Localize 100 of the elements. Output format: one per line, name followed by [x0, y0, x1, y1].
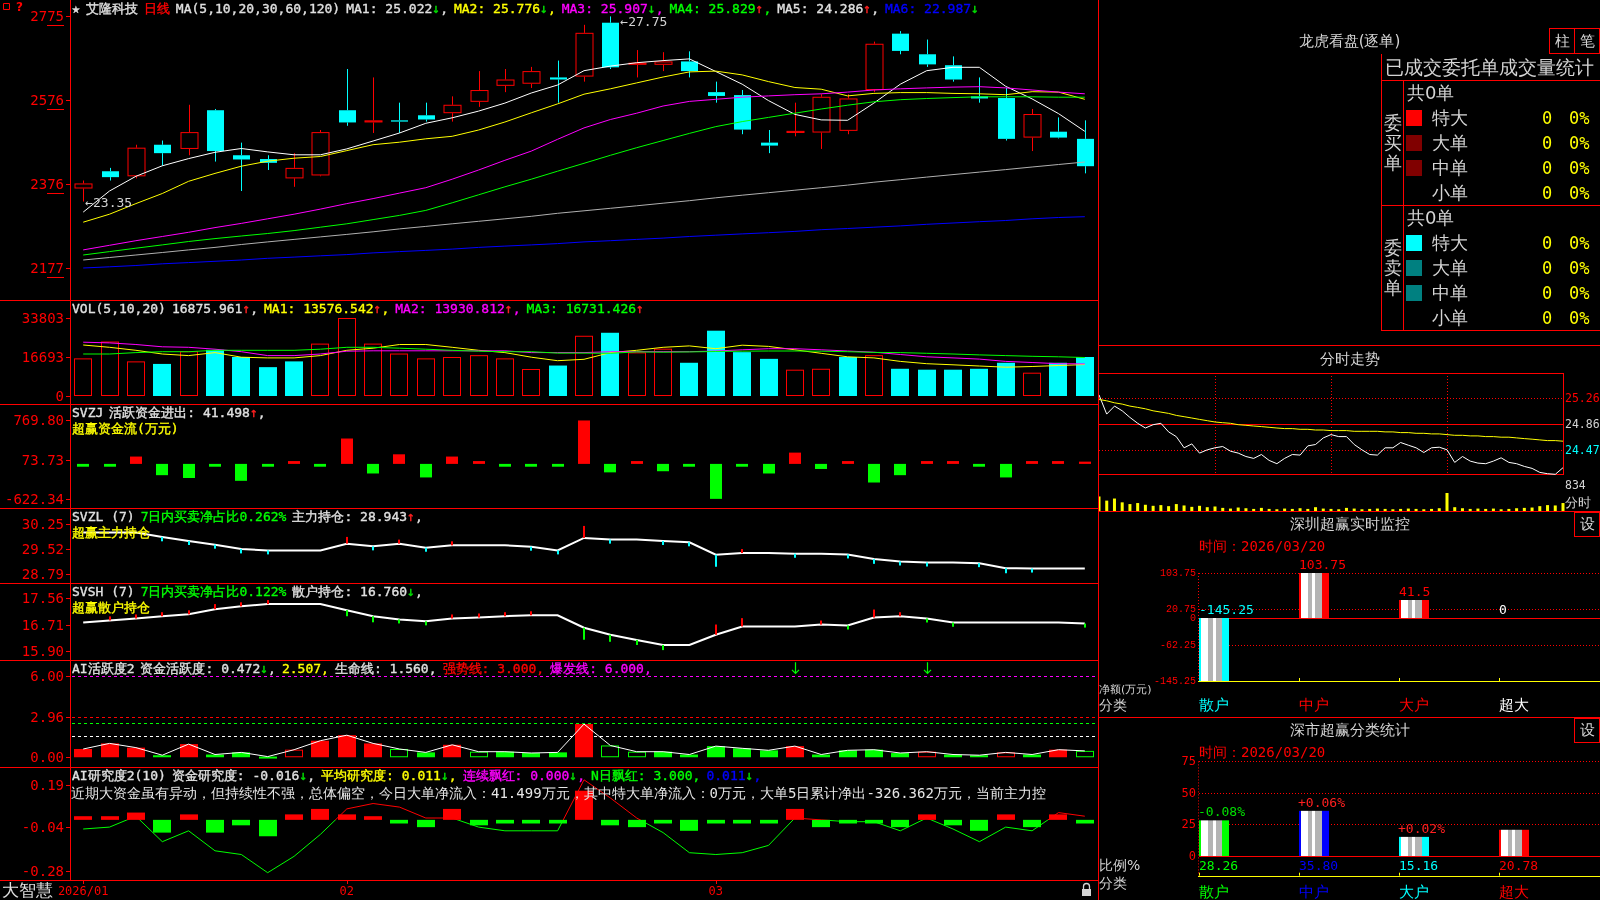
- y-axis-label: 0.00: [30, 749, 64, 766]
- decimal-underline: [46, 193, 65, 194]
- candlestick: [127, 144, 146, 179]
- category-label: 散户: [1199, 882, 1229, 900]
- category-label: 中户: [1299, 882, 1329, 900]
- axis-title: 分时: [1565, 494, 1591, 510]
- order-percent: 0%: [1568, 108, 1591, 129]
- legend-text: ★: [72, 1, 80, 17]
- y-axis-label: 2576: [30, 92, 64, 109]
- y-axis-label: 0: [1190, 612, 1196, 624]
- value-label: 35.80: [1299, 857, 1339, 873]
- legend-text: AI活跃度2: [72, 661, 135, 677]
- candlestick: [550, 60, 567, 104]
- legend-text: 2.507,: [281, 661, 329, 677]
- table-title: 已成交委托单成交量统计: [1382, 54, 1600, 81]
- legend-text: 爆发线: 6.000,: [550, 661, 652, 677]
- legend-text: 强势线: 3.000,: [442, 661, 545, 677]
- y-axis-label: 30.25: [21, 516, 64, 533]
- decimal-underline: [46, 25, 65, 26]
- order-count: 0: [1540, 258, 1554, 278]
- order-count: 0: [1540, 282, 1554, 303]
- y-axis-label: 0.19: [30, 777, 64, 794]
- candlestick: [602, 15, 619, 70]
- timestamp: 时间：2026/03/20: [1199, 744, 1326, 760]
- y-axis-label: 25.26: [1565, 390, 1600, 405]
- decimal-underline: [46, 109, 65, 110]
- square-icon[interactable]: [3, 3, 10, 10]
- candlestick: [233, 142, 250, 192]
- candlestick: [734, 89, 751, 135]
- order-count: 0: [1540, 182, 1554, 203]
- category-label: 散户: [1199, 696, 1229, 714]
- y-axis-label: 103.75: [1160, 567, 1196, 579]
- value-label: 0: [1499, 602, 1507, 617]
- candlestick: [180, 104, 199, 156]
- legend-text: 超赢散户持仓: [72, 600, 150, 616]
- candlestick: [812, 93, 831, 150]
- y-axis-label: 2775: [30, 8, 64, 25]
- candlestick: [786, 102, 805, 137]
- candlestick: [945, 55, 962, 83]
- y-axis-label: -145.25: [1154, 675, 1196, 687]
- legend-text: MA6: 22.987↓: [884, 1, 979, 17]
- y-axis-label: 0: [55, 388, 64, 404]
- order-count: 0: [1540, 133, 1554, 153]
- legend-text: 资金研究度: -0.016↓,: [171, 768, 316, 784]
- legend-text: 7日内买卖净占比0.122%: [140, 584, 287, 600]
- section-title: 深市超赢分类统计: [1289, 721, 1410, 740]
- legend-text: 散户持仓: 16.760↓,: [292, 584, 423, 600]
- category-bar: [1299, 573, 1329, 618]
- date-label: 03: [708, 884, 723, 898]
- axis-title: 净额(万元): [1099, 682, 1152, 696]
- group-label: 委卖单: [1383, 238, 1402, 298]
- value-label: 20.78: [1499, 857, 1539, 873]
- category-bar: [1399, 836, 1429, 856]
- order-count: 0: [1540, 233, 1554, 254]
- lock-icon[interactable]: [1082, 882, 1091, 896]
- order-size-label: 小单: [1432, 180, 1469, 205]
- mode-button[interactable]: 笔: [1574, 28, 1600, 54]
- settings-button[interactable]: 设: [1574, 718, 1600, 743]
- order-size-label: 特大: [1432, 231, 1469, 256]
- y-axis-label: -622.34: [5, 491, 64, 507]
- legend-text: 艾隆科技: [85, 1, 138, 17]
- y-axis-label: 29.52: [21, 541, 64, 558]
- legend-text: 主力持仓: 28.943↑,: [292, 509, 423, 525]
- y-axis-label: 24.86: [1565, 417, 1600, 431]
- order-percent: 0%: [1568, 133, 1591, 153]
- category-label: 大户: [1399, 696, 1429, 714]
- scale-label: 834: [1565, 478, 1586, 492]
- y-axis-label: 769.80: [13, 412, 64, 429]
- panel-title: 龙虎看盘(逐单): [1298, 31, 1401, 51]
- candlestick: [391, 102, 408, 134]
- candlestick: [339, 68, 356, 127]
- y-axis-label: 25: [1181, 817, 1196, 832]
- legend-text: MA3: 25.907↓,: [561, 1, 664, 17]
- candlestick: [654, 51, 673, 72]
- y-axis-label: 24.47: [1565, 442, 1600, 457]
- order-size-label: 大单: [1432, 256, 1469, 280]
- legend-text: 连续飘红: 0.000↓,: [462, 768, 585, 784]
- change-label: -0.08%: [1198, 804, 1245, 820]
- help-mark[interactable]: ?: [16, 0, 23, 14]
- date-label: 2026/01: [57, 884, 109, 898]
- category-bar: [1199, 618, 1229, 681]
- legend-text: SVZJ: [72, 405, 104, 421]
- value-label: 15.16: [1399, 857, 1439, 873]
- mode-button[interactable]: 柱: [1549, 28, 1575, 54]
- order-size-label: 小单: [1432, 305, 1469, 330]
- group-label: 委买单: [1383, 113, 1402, 173]
- candlestick: [102, 167, 119, 181]
- order-percent: 0%: [1568, 157, 1591, 178]
- settings-button[interactable]: 设: [1574, 512, 1600, 537]
- candlestick: [892, 30, 909, 55]
- timestamp: 时间：2026/03/20: [1199, 538, 1326, 554]
- candlestick: [708, 81, 725, 104]
- legend-text: MA1: 25.022↓,: [346, 1, 448, 17]
- legend-text: MA3: 16731.426↑: [526, 301, 644, 317]
- y-axis-label: 2376: [30, 176, 64, 193]
- axis-title: 比例%: [1099, 857, 1141, 873]
- section-title: 分时走势: [1319, 350, 1380, 369]
- date-label: 02: [339, 884, 354, 898]
- candlestick: [364, 76, 383, 134]
- y-axis-label: 50: [1181, 785, 1196, 800]
